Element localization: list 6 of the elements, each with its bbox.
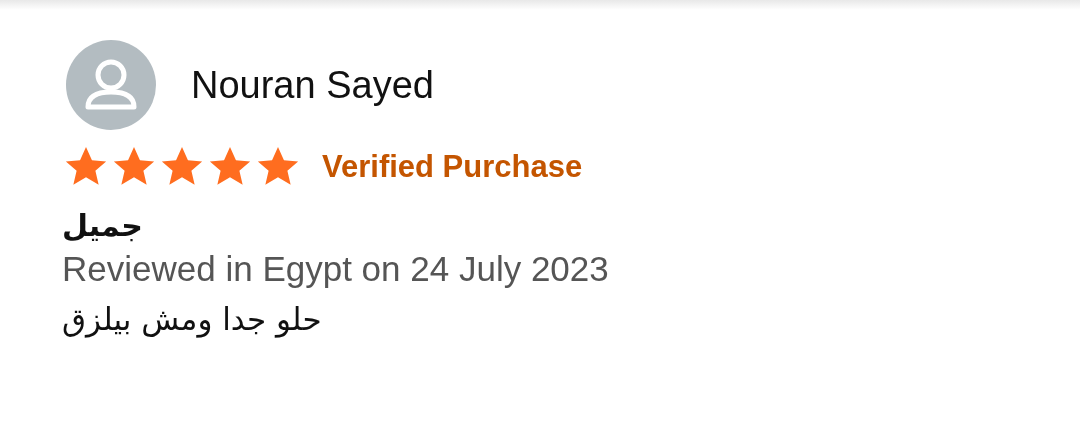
verified-label: Verified Purchase (322, 149, 583, 185)
review-date: Reviewed in Egypt on 24 July 2023 (62, 249, 609, 289)
author-name: Nouran Sayed (191, 63, 434, 107)
review-text: حلو جدا ومش بيلزق (62, 301, 322, 337)
avatar-icon (66, 40, 156, 130)
review-title: جميل (62, 208, 143, 243)
